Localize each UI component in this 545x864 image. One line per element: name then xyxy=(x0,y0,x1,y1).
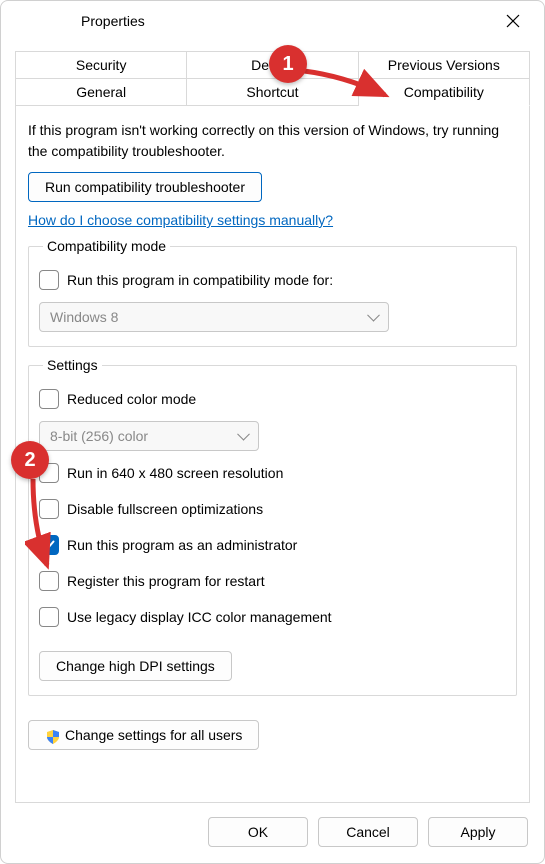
tab-shortcut[interactable]: Shortcut xyxy=(187,79,358,106)
disable-fullscreen-row[interactable]: Disable fullscreen optimizations xyxy=(39,499,506,519)
compat-mode-check-label: Run this program in compatibility mode f… xyxy=(67,272,333,288)
manual-settings-link[interactable]: How do I choose compatibility settings m… xyxy=(28,212,517,228)
reduced-color-checkbox[interactable] xyxy=(39,389,59,409)
ok-button[interactable]: OK xyxy=(208,817,308,847)
close-icon xyxy=(506,14,520,28)
compat-mode-checkbox[interactable] xyxy=(39,270,59,290)
color-mode-select[interactable]: 8-bit (256) color xyxy=(39,421,259,451)
legacy-icc-row[interactable]: Use legacy display ICC color management xyxy=(39,607,506,627)
compat-mode-select[interactable]: Windows 8 xyxy=(39,302,389,332)
settings-group: Settings Reduced color mode 8-bit (256) … xyxy=(28,357,517,696)
legacy-icc-checkbox[interactable] xyxy=(39,607,59,627)
intro-text: If this program isn't working correctly … xyxy=(28,120,517,162)
tab-row-2: General Shortcut Compatibility xyxy=(15,79,530,106)
register-restart-label: Register this program for restart xyxy=(67,573,265,589)
run-as-admin-row[interactable]: Run this program as an administrator xyxy=(39,535,506,555)
dialog-footer: OK Cancel Apply xyxy=(15,803,530,849)
register-restart-checkbox[interactable] xyxy=(39,571,59,591)
compat-mode-check-row[interactable]: Run this program in compatibility mode f… xyxy=(39,270,506,290)
apply-button[interactable]: Apply xyxy=(428,817,528,847)
compat-mode-legend: Compatibility mode xyxy=(43,238,170,254)
tab-previous-versions[interactable]: Previous Versions xyxy=(359,51,530,79)
tab-security[interactable]: Security xyxy=(15,51,187,79)
dpi-row: Change high DPI settings xyxy=(39,651,506,681)
compatibility-mode-group: Compatibility mode Run this program in c… xyxy=(28,238,517,347)
tab-compatibility[interactable]: Compatibility xyxy=(359,79,530,106)
tab-general[interactable]: General xyxy=(15,79,187,106)
callout-1: 1 xyxy=(269,45,307,83)
cancel-button[interactable]: Cancel xyxy=(318,817,418,847)
run-640-label: Run in 640 x 480 screen resolution xyxy=(67,465,283,481)
disable-fullscreen-label: Disable fullscreen optimizations xyxy=(67,501,263,517)
reduced-color-row[interactable]: Reduced color mode xyxy=(39,389,506,409)
reduced-color-label: Reduced color mode xyxy=(67,391,196,407)
compatibility-panel: If this program isn't working correctly … xyxy=(15,106,530,803)
check-icon xyxy=(42,538,56,552)
properties-dialog: Properties Security Details Previous Ver… xyxy=(0,0,545,864)
close-button[interactable] xyxy=(490,1,536,41)
callout-2: 2 xyxy=(11,441,49,479)
disable-fullscreen-checkbox[interactable] xyxy=(39,499,59,519)
run-troubleshooter-button[interactable]: Run compatibility troubleshooter xyxy=(28,172,262,202)
titlebar: Properties xyxy=(1,1,544,41)
legacy-icc-label: Use legacy display ICC color management xyxy=(67,609,332,625)
shield-icon xyxy=(45,729,61,745)
settings-legend: Settings xyxy=(43,357,102,373)
settings-inner: Reduced color mode 8-bit (256) color Run… xyxy=(39,385,506,681)
troubleshooter-row: Run compatibility troubleshooter xyxy=(28,172,517,202)
change-all-users-button[interactable]: Change settings for all users xyxy=(28,720,259,750)
run-as-admin-label: Run this program as an administrator xyxy=(67,537,297,553)
change-all-users-label: Change settings for all users xyxy=(65,727,242,743)
change-dpi-button[interactable]: Change high DPI settings xyxy=(39,651,232,681)
run-640-row[interactable]: Run in 640 x 480 screen resolution xyxy=(39,463,506,483)
dialog-content: Security Details Previous Versions Gener… xyxy=(1,41,544,863)
register-restart-row[interactable]: Register this program for restart xyxy=(39,571,506,591)
all-users-row: Change settings for all users xyxy=(28,720,517,750)
run-as-admin-checkbox[interactable] xyxy=(39,535,59,555)
window-title: Properties xyxy=(81,13,145,29)
